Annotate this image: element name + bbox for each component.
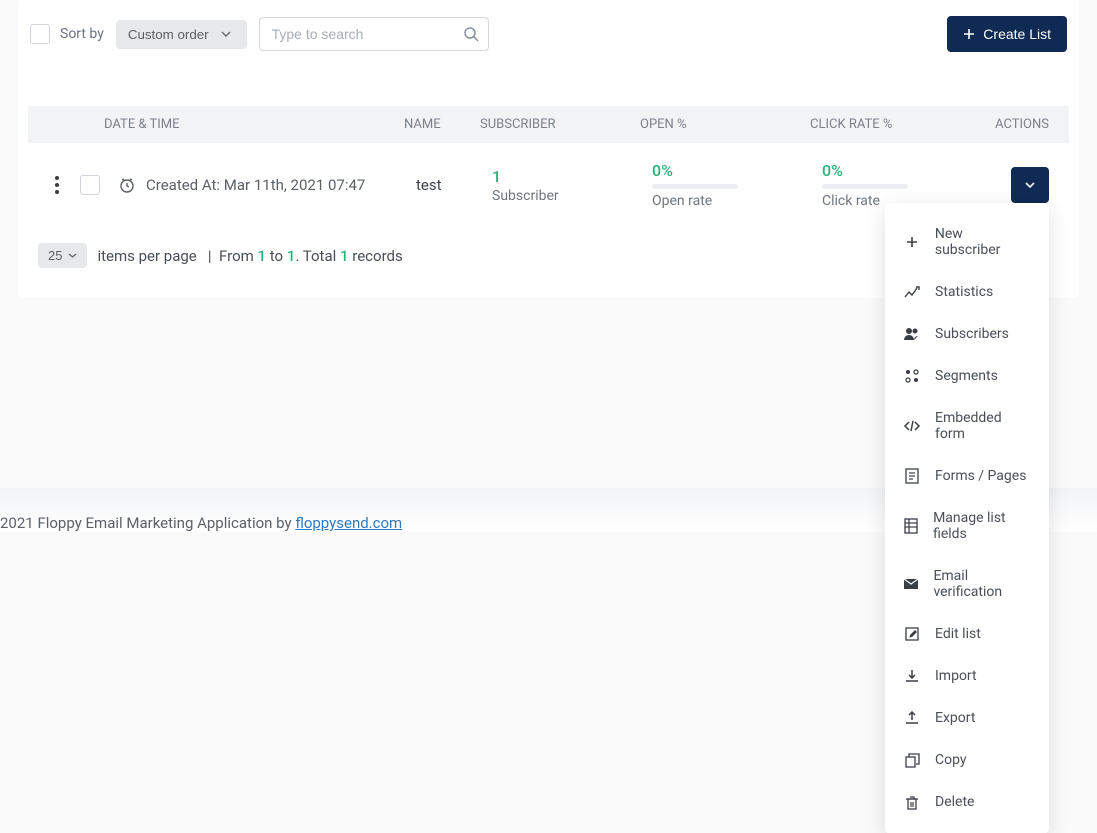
page-size-value: 25 <box>48 248 62 263</box>
row-actions-button[interactable] <box>1011 167 1049 203</box>
col-actions: ACTIONS <box>995 117 1049 132</box>
table-header: DATE & TIME NAME SUBSCRIBER OPEN % CLICK… <box>28 106 1069 143</box>
search-field <box>259 17 489 51</box>
menu-subscribers[interactable]: Subscribers <box>885 313 1049 355</box>
list-name: test <box>416 176 492 194</box>
chevron-down-icon <box>217 31 235 37</box>
subscriber-cell: 1 Subscriber <box>492 167 652 204</box>
page-size-select[interactable]: 25 <box>38 243 87 268</box>
open-rate-cell: 0% Open rate <box>652 161 822 209</box>
segments-icon <box>903 368 921 384</box>
create-list-label: Create List <box>983 26 1051 42</box>
users-icon <box>903 327 921 341</box>
subscriber-label: Subscriber <box>492 188 652 204</box>
sort-value: Custom order <box>128 27 209 42</box>
col-click: CLICK RATE % <box>810 117 970 132</box>
menu-new-subscriber[interactable]: New subscriber <box>885 213 1049 271</box>
copy-icon <box>903 753 921 768</box>
open-rate-bar <box>652 184 738 189</box>
select-all-checkbox[interactable] <box>30 24 50 44</box>
sort-select[interactable]: Custom order <box>116 20 247 49</box>
search-input[interactable] <box>259 17 489 51</box>
menu-email-verification[interactable]: Email verification <box>885 555 1049 613</box>
sort-by-label: Sort by <box>60 26 104 42</box>
menu-copy[interactable]: Copy <box>885 739 1049 781</box>
create-list-button[interactable]: Create List <box>947 16 1067 52</box>
menu-forms-pages[interactable]: Forms / Pages <box>885 455 1049 497</box>
chevron-down-icon <box>68 253 77 258</box>
menu-import[interactable]: Import <box>885 655 1049 697</box>
created-at: Created At: Mar 11th, 2021 07:47 <box>146 176 416 194</box>
actions-dropdown: New subscriber Statistics Subscribers Se… <box>885 203 1049 833</box>
menu-export[interactable]: Export <box>885 697 1049 739</box>
mail-icon <box>903 578 919 590</box>
col-open: OPEN % <box>640 117 810 132</box>
export-icon <box>903 711 921 725</box>
subscriber-count: 1 <box>492 167 652 186</box>
footer-text: 2021 Floppy Email Marketing Application … <box>0 514 295 532</box>
col-date: DATE & TIME <box>104 117 404 132</box>
menu-edit-list[interactable]: Edit list <box>885 613 1049 655</box>
plus-icon <box>963 28 975 40</box>
footer-link[interactable]: floppysend.com <box>295 514 402 532</box>
menu-manage-fields[interactable]: Manage list fields <box>885 497 1049 555</box>
chart-icon <box>903 285 921 299</box>
clock-icon <box>118 176 136 194</box>
open-rate-value: 0% <box>652 161 822 180</box>
click-rate-value: 0% <box>822 161 982 180</box>
code-icon <box>903 420 921 432</box>
fields-icon <box>903 518 919 534</box>
col-name: NAME <box>404 117 480 132</box>
row-checkbox[interactable] <box>80 175 100 195</box>
trash-icon <box>903 795 921 810</box>
menu-embedded-form[interactable]: Embedded form <box>885 397 1049 455</box>
click-rate-cell: 0% Click rate <box>822 161 982 209</box>
search-icon <box>463 26 479 42</box>
table-row: Created At: Mar 11th, 2021 07:47 test 1 … <box>28 143 1069 227</box>
chevron-down-icon <box>1025 182 1035 188</box>
open-rate-label: Open rate <box>652 193 822 209</box>
edit-icon <box>903 627 921 642</box>
col-subscriber: SUBSCRIBER <box>480 117 640 132</box>
toolbar: Sort by Custom order Create List <box>18 0 1079 66</box>
form-icon <box>903 468 921 484</box>
pager-text: items per page | From 1 to 1. Total 1 re… <box>97 247 402 265</box>
menu-statistics[interactable]: Statistics <box>885 271 1049 313</box>
import-icon <box>903 669 921 683</box>
plus-icon <box>903 236 921 248</box>
menu-delete[interactable]: Delete <box>885 781 1049 823</box>
actions-cell: New subscriber Statistics Subscribers Se… <box>1011 167 1049 203</box>
menu-segments[interactable]: Segments <box>885 355 1049 397</box>
click-rate-bar <box>822 184 908 189</box>
row-menu-button[interactable] <box>48 176 66 194</box>
